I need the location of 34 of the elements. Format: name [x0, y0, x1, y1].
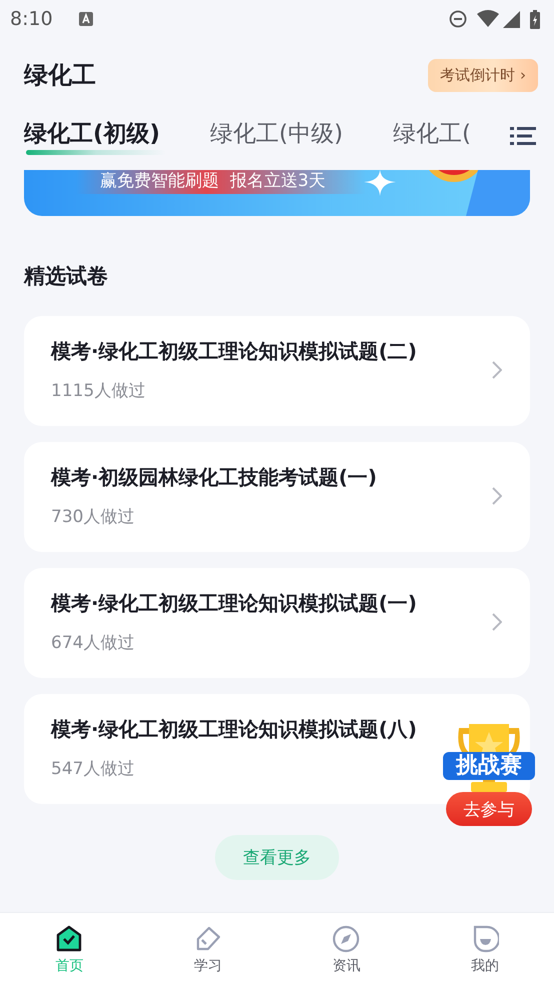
section-title: 精选试卷	[24, 263, 109, 290]
chevron-right-icon	[492, 613, 502, 631]
chevron-right-icon	[492, 361, 502, 379]
category-tab[interactable]: 绿化工(中级)	[210, 118, 343, 154]
nav-tab[interactable]: 我的	[470, 957, 499, 975]
attempt-count: 730人做过	[51, 506, 134, 528]
menu-icon[interactable]	[510, 126, 536, 146]
battery-icon	[530, 10, 540, 28]
nav-tab[interactable]: 资讯	[332, 957, 360, 975]
paper-title: 模考·绿化工初级工理论知识模拟试题(八)	[51, 716, 418, 743]
countdown-button[interactable]: 考试倒计时 ›	[428, 58, 538, 92]
category-tab[interactable]: 绿化工(	[392, 118, 471, 154]
attempt-count: 547人做过	[51, 758, 134, 780]
promo-banner[interactable]: 赢免费智能刷题 报名立送3天	[24, 170, 530, 216]
paper-title: 模考·初级园林绿化工技能考试题(一)	[51, 464, 378, 491]
exam-paper-card[interactable]: 模考·初级园林绿化工技能考试题(一) 730人做过	[24, 442, 530, 552]
chevron-right-icon	[492, 487, 502, 505]
exam-paper-card[interactable]: 模考·绿化工初级工理论知识模拟试题(一) 674人做过	[24, 568, 530, 678]
sparkle-icon	[364, 170, 396, 196]
paper-title: 模考·绿化工初级工理论知识模拟试题(一)	[51, 590, 418, 617]
attempt-count: 1115人做过	[51, 380, 146, 402]
wifi-icon	[477, 10, 499, 28]
join-button[interactable]: 去参与	[446, 792, 532, 826]
attempt-count: 674人做过	[51, 632, 134, 654]
nav-tab[interactable]: 学习	[194, 957, 222, 975]
signal-icon	[503, 10, 520, 28]
page-title: 绿化工	[24, 60, 96, 91]
clock: 8:10	[10, 8, 53, 30]
banner-text: 赢免费智能刷题 报名立送3天	[76, 170, 366, 194]
challenge-title: 挑战赛	[443, 752, 535, 780]
exam-paper-card[interactable]: 模考·绿化工初级工理论知识模拟试题(二) 1115人做过	[24, 316, 530, 426]
do-not-disturb-icon	[449, 10, 467, 28]
keyboard-icon	[78, 12, 93, 26]
paper-title: 模考·绿化工初级工理论知识模拟试题(二)	[51, 338, 418, 365]
